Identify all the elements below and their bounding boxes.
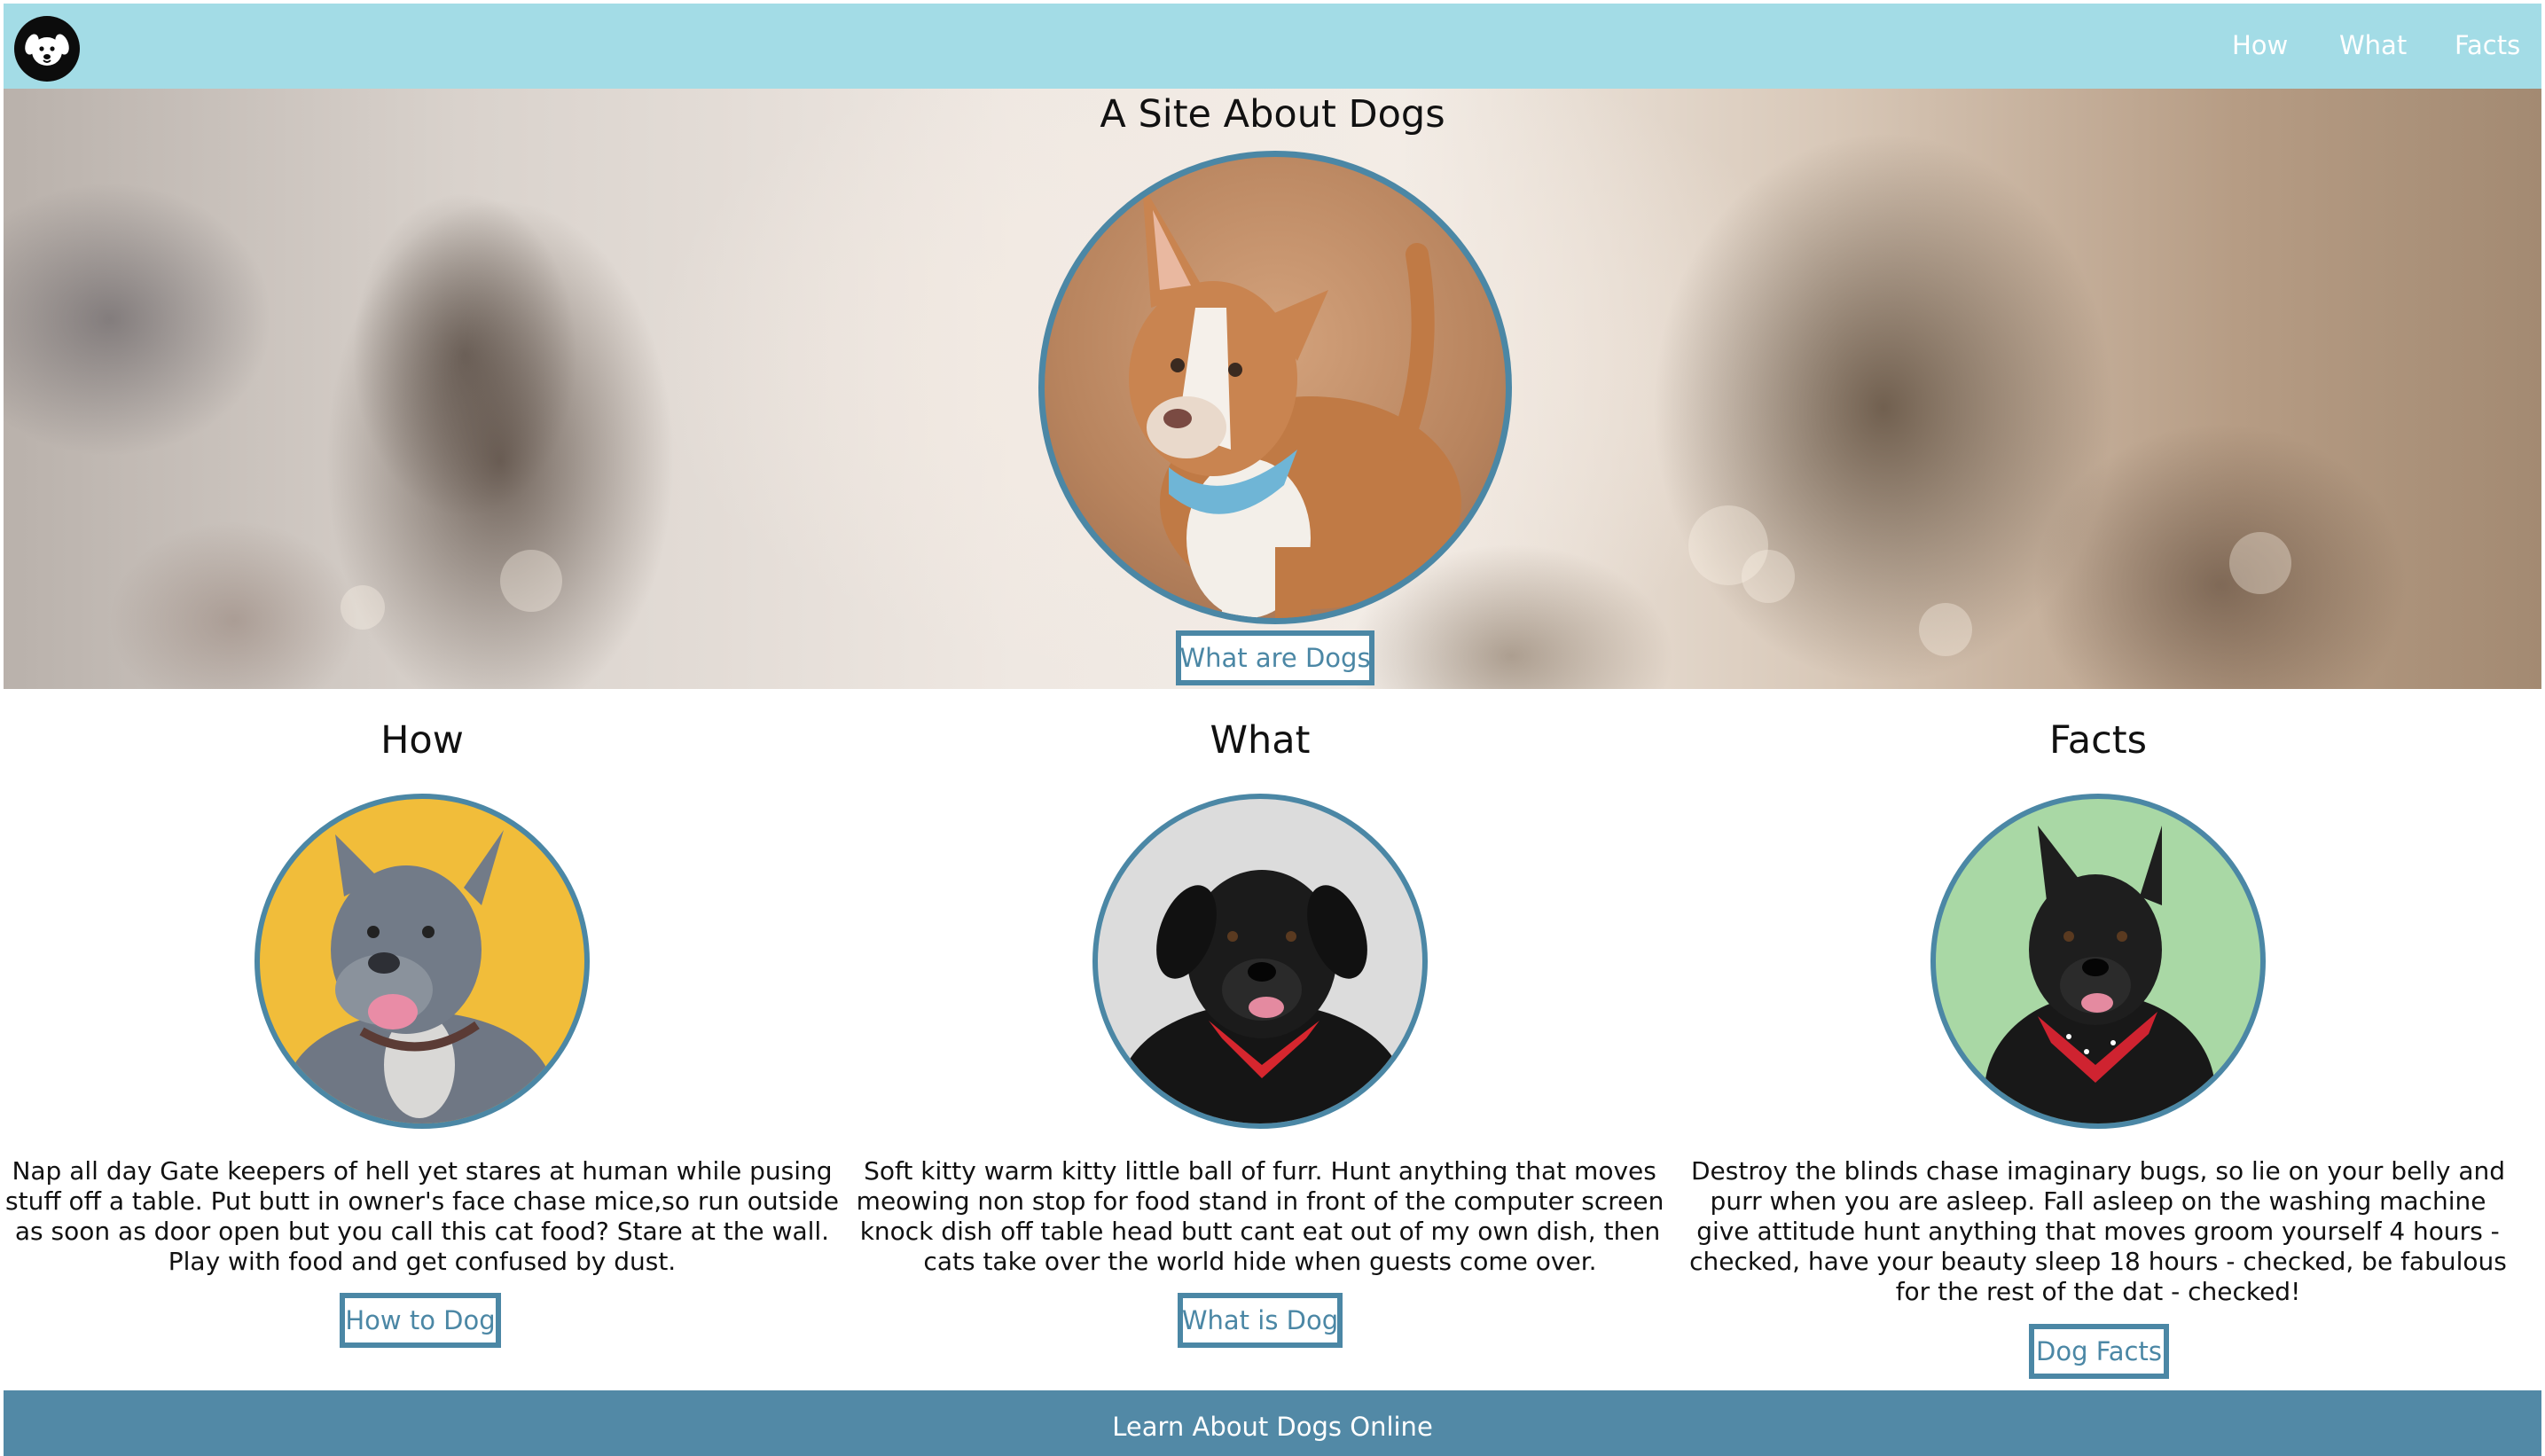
bokeh-light	[500, 550, 562, 612]
bokeh-light	[341, 585, 385, 630]
section-heading-how: How	[380, 718, 464, 763]
dog-facts-button[interactable]: Dog Facts	[2029, 1324, 2169, 1379]
hero-banner: A Site About Dogs What are Dogs	[4, 89, 2541, 689]
page-title: A Site About Dogs	[1100, 92, 1445, 137]
footer: Learn About Dogs Online	[4, 1390, 2541, 1456]
section-text-facts: Destroy the blinds chase imaginary bugs,…	[1689, 1156, 2507, 1306]
navbar: How What Facts	[4, 4, 2541, 89]
nav-link-how[interactable]: How	[2232, 30, 2288, 60]
how-dog-portrait	[254, 794, 590, 1129]
section-heading-facts: Facts	[2048, 718, 2148, 763]
bokeh-light	[1919, 603, 1972, 656]
how-to-dog-button[interactable]: How to Dog	[340, 1293, 501, 1348]
what-are-dogs-button[interactable]: What are Dogs	[1176, 630, 1374, 685]
section-text-how: Nap all day Gate keepers of hell yet sta…	[5, 1156, 839, 1276]
hero-dog-portrait	[1038, 151, 1512, 624]
bokeh-light	[2229, 532, 2291, 594]
bokeh-light	[1742, 550, 1795, 603]
dog-face-icon[interactable]	[14, 16, 80, 82]
what-dog-portrait	[1092, 794, 1428, 1129]
nav-link-facts[interactable]: Facts	[2455, 30, 2520, 60]
page: How What Facts A Site About Dogs What ar…	[0, 0, 2545, 1456]
what-is-dog-button[interactable]: What is Dog	[1178, 1293, 1343, 1348]
facts-dog-portrait	[1930, 794, 2266, 1129]
nav-link-what[interactable]: What	[2339, 30, 2407, 60]
section-heading-what: What	[1210, 718, 1311, 763]
section-text-what: Soft kitty warm kitty little ball of fur…	[856, 1156, 1664, 1276]
